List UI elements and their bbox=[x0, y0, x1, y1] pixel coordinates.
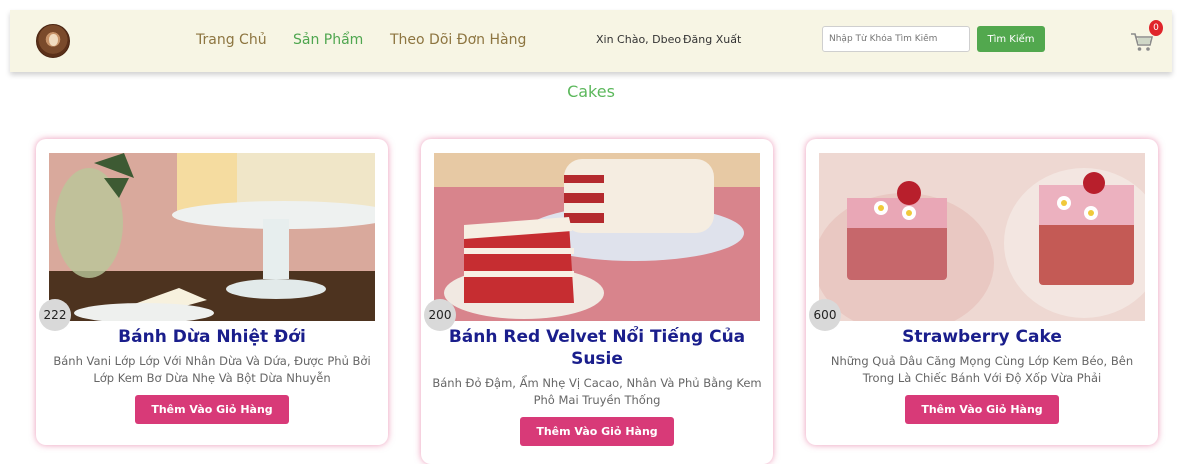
product-description: Bánh Đỏ Đậm, Ẩm Nhẹ Vị Cacao, Nhân Và Ph… bbox=[432, 376, 762, 407]
product-title: Strawberry Cake bbox=[902, 327, 1062, 347]
product-image[interactable] bbox=[434, 153, 760, 321]
product-title: Bánh Red Velvet Nổi Tiếng Của Susie bbox=[448, 327, 746, 369]
add-to-cart-button[interactable]: Thêm Vào Giỏ Hàng bbox=[520, 417, 674, 446]
nav-orders-link[interactable]: Theo Dõi Đơn Hàng bbox=[390, 32, 526, 48]
search-input[interactable] bbox=[822, 26, 970, 52]
brand-logo[interactable] bbox=[36, 24, 70, 58]
greeting-text: Xin Chào, Dbeo bbox=[596, 33, 682, 46]
search-button[interactable]: Tìm Kiếm bbox=[977, 26, 1045, 52]
product-title: Bánh Dừa Nhiệt Đới bbox=[118, 327, 306, 347]
product-card: 600 Strawberry Cake Những Quả Dâu Căng M… bbox=[806, 139, 1158, 445]
product-description: Những Quả Dâu Căng Mọng Cùng Lớp Kem Béo… bbox=[830, 354, 1134, 385]
product-card: 200 Bánh Red Velvet Nổi Tiếng Của Susie … bbox=[421, 139, 773, 464]
product-image[interactable] bbox=[819, 153, 1145, 321]
section-title: Cakes bbox=[567, 82, 615, 101]
nav-home-link[interactable]: Trang Chủ bbox=[196, 32, 267, 48]
cart-icon[interactable] bbox=[1130, 31, 1154, 53]
add-to-cart-button[interactable]: Thêm Vào Giỏ Hàng bbox=[905, 395, 1059, 424]
navbar: Trang Chủ Sản Phẩm Theo Dõi Đơn Hàng Xin… bbox=[10, 10, 1172, 72]
product-image[interactable] bbox=[49, 153, 375, 321]
nav-products-link[interactable]: Sản Phẩm bbox=[293, 32, 363, 48]
cart-count-badge: 0 bbox=[1149, 20, 1163, 36]
product-card: 222 Bánh Dừa Nhiệt Đới Bánh Vani Lớp Lớp… bbox=[36, 139, 388, 445]
product-description: Bánh Vani Lớp Lớp Với Nhân Dừa Và Dứa, Đ… bbox=[53, 354, 371, 385]
logout-link[interactable]: Đăng Xuất bbox=[683, 33, 741, 46]
add-to-cart-button[interactable]: Thêm Vào Giỏ Hàng bbox=[135, 395, 289, 424]
